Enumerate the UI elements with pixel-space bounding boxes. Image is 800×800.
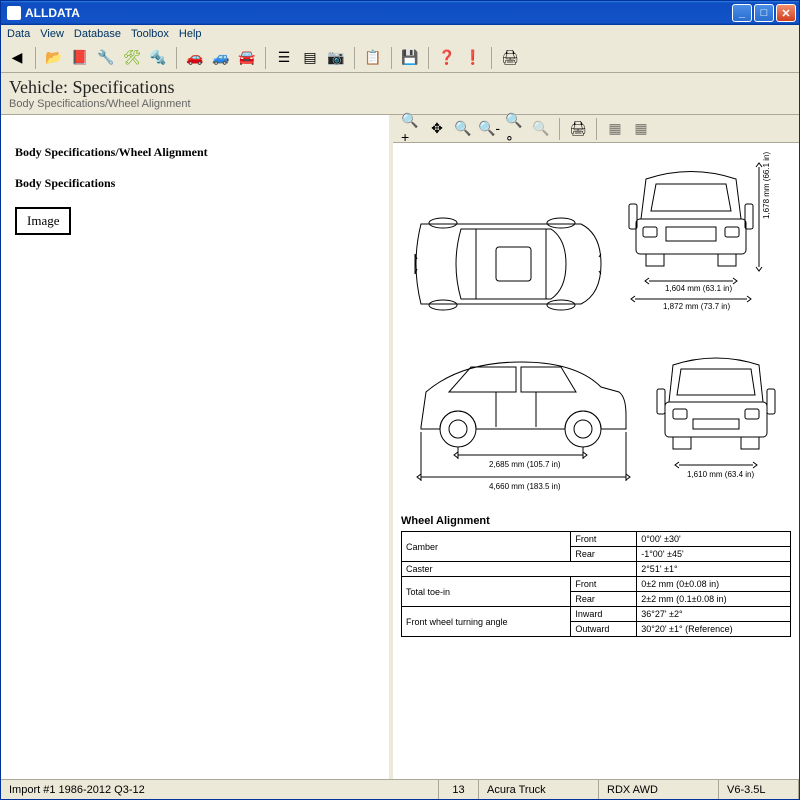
zoom-fit-icon[interactable]: 🔍 [453, 119, 473, 139]
car2-icon[interactable]: 🚙 [211, 48, 231, 68]
menu-help[interactable]: Help [179, 28, 202, 40]
zoom-search-icon[interactable]: 🔍 [531, 119, 551, 139]
dim-height: 1,678 mm (66.1 in) [762, 152, 771, 219]
dim-rear-track: 1,610 mm (63.4 in) [687, 470, 754, 479]
car3-icon[interactable]: 🚘 [237, 48, 257, 68]
status-model: RDX AWD [599, 780, 719, 799]
list-icon[interactable]: ☰ [274, 48, 294, 68]
disk-icon[interactable]: 💾 [400, 48, 420, 68]
menu-toolbox[interactable]: Toolbox [131, 28, 169, 40]
wheel-alignment-table: CamberFront0°00' ±30' Rear-1°00' ±45' Ca… [401, 531, 791, 637]
status-engine: V6-3.5L [719, 780, 799, 799]
folder-icon[interactable]: 📂 [44, 48, 64, 68]
book-icon[interactable]: 📕 [70, 48, 90, 68]
page-icon[interactable]: ▤ [300, 48, 320, 68]
menu-view[interactable]: View [40, 28, 64, 40]
grid2-icon[interactable]: ▦ [631, 119, 651, 139]
tool1-icon[interactable]: 🔧 [96, 48, 116, 68]
car1-icon[interactable]: 🚗 [185, 48, 205, 68]
back-button[interactable]: ◀ [7, 48, 27, 68]
spec-table-title: Wheel Alignment [401, 515, 791, 527]
tool2-icon[interactable]: 🛠 [122, 48, 142, 68]
menu-data[interactable]: Data [7, 28, 30, 40]
left-heading-2: Body Specifications [15, 176, 375, 191]
tool3-icon[interactable]: 🔩 [148, 48, 168, 68]
window-title: ALLDATA [25, 6, 80, 20]
table-row: Front wheel turning angleInward36°27' ±2… [402, 607, 791, 622]
dim-front-width2: 1,872 mm (73.7 in) [663, 302, 730, 311]
diagram-area: 1,678 mm (66.1 in) 1,604 mm (63.1 in) 1,… [393, 143, 799, 779]
header-section: Vehicle: Specifications Body Specificati… [1, 73, 799, 115]
main-toolbar: ◀ 📂 📕 🔧 🛠 🔩 🚗 🚙 🚘 ☰ ▤ 📷 📋 💾 ❓ ❗ 🖨 [1, 43, 799, 73]
app-icon [7, 6, 21, 20]
statusbar: Import #1 1986-2012 Q3-12 13 Acura Truck… [1, 779, 799, 799]
pan-icon[interactable]: ✥ [427, 119, 447, 139]
left-pane: Body Specifications/Wheel Alignment Body… [1, 115, 389, 779]
info-icon[interactable]: ❗ [463, 48, 483, 68]
status-num: 13 [439, 780, 479, 799]
menu-database[interactable]: Database [74, 28, 121, 40]
dim-wheelbase: 2,685 mm (105.7 in) [489, 460, 561, 469]
print-icon[interactable]: 🖨 [500, 48, 520, 68]
page-title: Vehicle: Specifications [9, 77, 791, 98]
zoom-reset-icon[interactable]: 🔍∘ [505, 119, 525, 139]
breadcrumb: Body Specifications/Wheel Alignment [9, 98, 791, 110]
minimize-button[interactable]: _ [732, 4, 752, 22]
clipboard-icon[interactable]: 📋 [363, 48, 383, 68]
status-dataset: Import #1 1986-2012 Q3-12 [1, 780, 439, 799]
camera-icon[interactable]: 📷 [326, 48, 346, 68]
print2-icon[interactable]: 🖨 [568, 119, 588, 139]
menubar: Data View Database Toolbox Help [1, 25, 799, 43]
dim-length: 4,660 mm (183.5 in) [489, 482, 561, 491]
dim-front-width1: 1,604 mm (63.1 in) [665, 284, 732, 293]
vehicle-side-view: 2,685 mm (105.7 in) 4,660 mm (183.5 in) [401, 337, 641, 507]
right-pane: 🔍+ ✥ 🔍 🔍- 🔍∘ 🔍 🖨 ▦ ▦ [389, 115, 799, 779]
table-row: Total toe-inFront0±2 mm (0±0.08 in) [402, 577, 791, 592]
zoom-in-icon[interactable]: 🔍+ [401, 119, 421, 139]
table-row: CamberFront0°00' ±30' [402, 532, 791, 547]
grid1-icon[interactable]: ▦ [605, 119, 625, 139]
image-link[interactable]: Image [15, 207, 71, 235]
maximize-button[interactable]: □ [754, 4, 774, 22]
vehicle-top-view [401, 199, 611, 329]
zoom-out-icon[interactable]: 🔍- [479, 119, 499, 139]
image-toolbar: 🔍+ ✥ 🔍 🔍- 🔍∘ 🔍 🖨 ▦ ▦ [393, 115, 799, 143]
vehicle-rear-view: 1,610 mm (63.4 in) [651, 337, 791, 507]
titlebar: ALLDATA _ □ ✕ [1, 1, 799, 25]
left-heading-1: Body Specifications/Wheel Alignment [15, 145, 375, 160]
help-icon[interactable]: ❓ [437, 48, 457, 68]
close-button[interactable]: ✕ [776, 4, 796, 22]
table-row: Caster2°51' ±1° [402, 562, 791, 577]
status-make: Acura Truck [479, 780, 599, 799]
vehicle-front-view: 1,678 mm (66.1 in) 1,604 mm (63.1 in) 1,… [621, 149, 781, 329]
